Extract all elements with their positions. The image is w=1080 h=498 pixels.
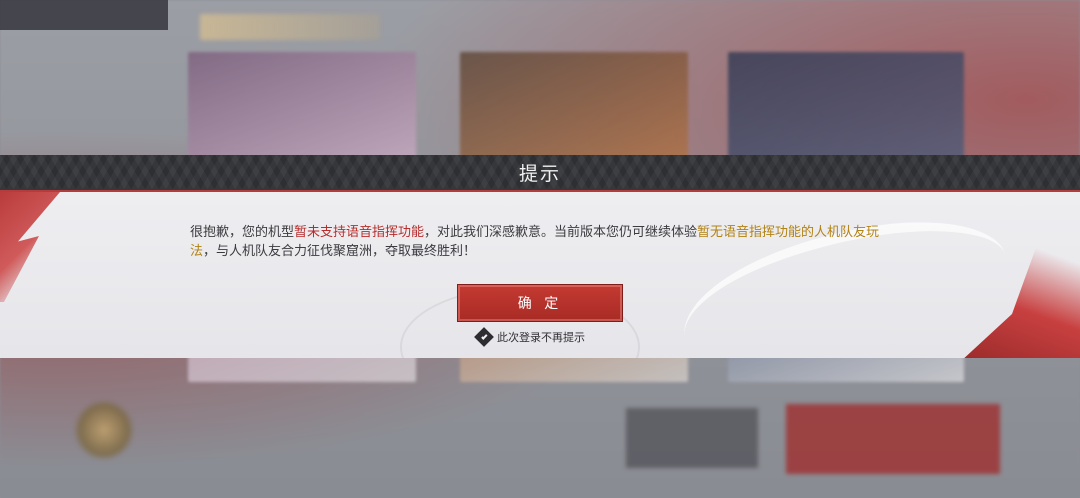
confirm-button[interactable]: 确 定 — [457, 284, 623, 322]
message-text: 很抱歉，您的机型 — [190, 225, 295, 240]
dont-show-again-checkbox[interactable]: 此次登录不再提示 — [474, 327, 585, 347]
message-text: ，与人机队友合力征伐聚窟洲，夺取最终胜利！ — [203, 244, 477, 259]
notice-dialog: 提示 很抱歉，您的机型暂未支持语音指挥功能，对此我们深感歉意。当前版本您仍可继续… — [0, 155, 1080, 358]
background-red-button — [786, 404, 1000, 474]
dialog-header: 提示 — [0, 155, 1080, 192]
red-brush-decoration-left — [0, 192, 60, 302]
dialog-message: 很抱歉，您的机型暂未支持语音指挥功能，对此我们深感歉意。当前版本您仍可继续体验暂… — [190, 223, 900, 261]
background-dark-panel — [626, 408, 758, 468]
checkmark-icon — [474, 327, 494, 347]
dialog-body: 很抱歉，您的机型暂未支持语音指挥功能，对此我们深感歉意。当前版本您仍可继续体验暂… — [0, 192, 1080, 358]
background-title-strip — [200, 14, 380, 40]
message-highlight-unsupported: 暂未支持语音指挥功能 — [294, 225, 425, 240]
background-top-bar — [0, 0, 168, 30]
dialog-title: 提示 — [518, 163, 561, 185]
background-emblem — [74, 398, 134, 462]
message-text: ，对此我们深感歉意。当前版本您仍可继续体验 — [424, 225, 698, 240]
dont-show-again-label: 此次登录不再提示 — [497, 331, 585, 344]
